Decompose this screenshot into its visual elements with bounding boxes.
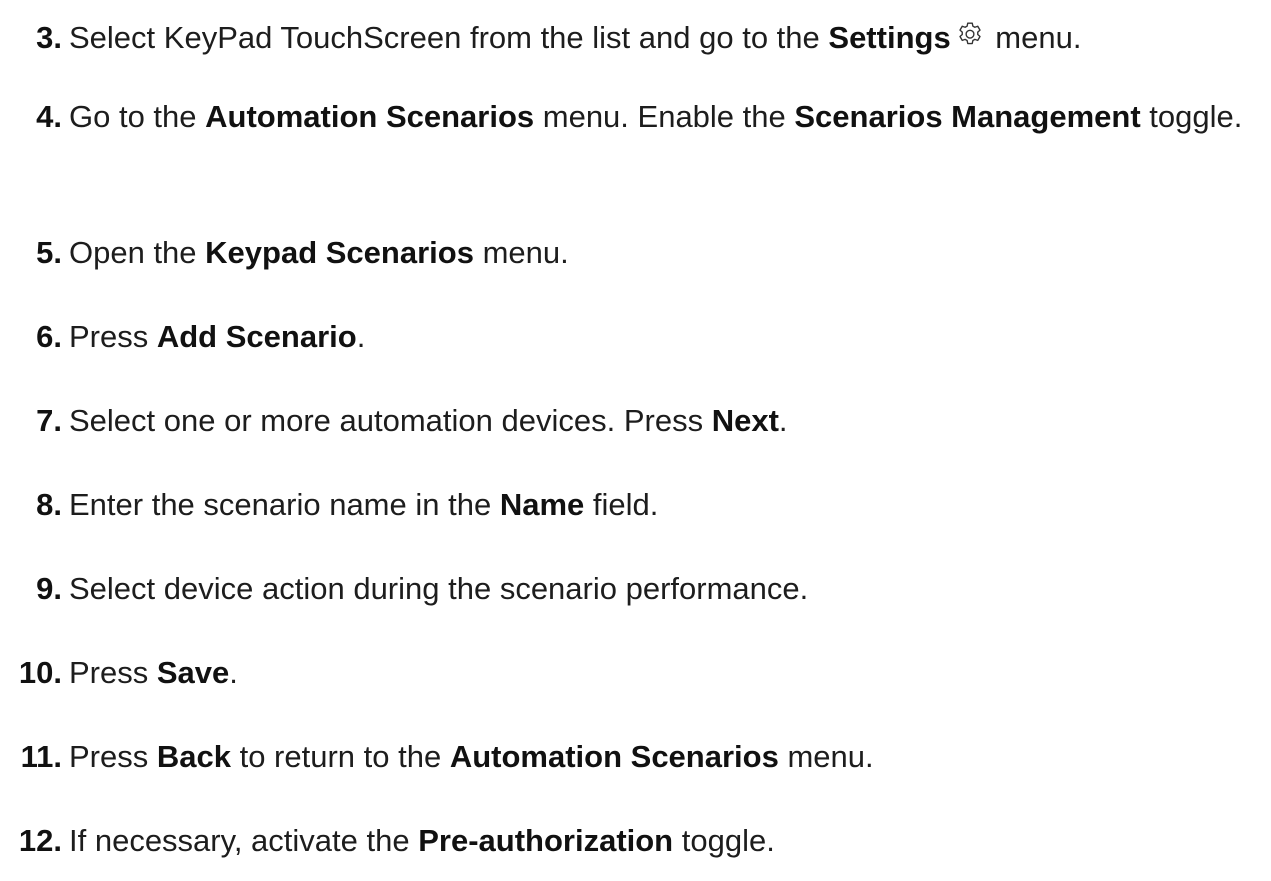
step-text: Select device action during the scenario… bbox=[69, 564, 1265, 614]
step-text-segment: Enter the scenario name in the bbox=[69, 487, 500, 522]
scenarios-management-label: Scenarios Management bbox=[794, 99, 1141, 134]
step-text: If necessary, activate the Pre-authoriza… bbox=[69, 816, 1265, 866]
automation-scenarios-label: Automation Scenarios bbox=[449, 739, 779, 774]
step-text-segment: toggle. bbox=[673, 823, 775, 858]
next-label: Next bbox=[711, 403, 779, 438]
step-text: Enter the scenario name in the Name fiel… bbox=[69, 480, 1265, 530]
step-text-segment: field. bbox=[584, 487, 659, 522]
step-text: Go to the Automation Scenarios menu. Ena… bbox=[69, 92, 1265, 142]
step-number: 10. bbox=[18, 655, 62, 690]
step-number: 8. bbox=[36, 487, 62, 522]
step-number: 9. bbox=[36, 571, 62, 606]
step-number: 3. bbox=[36, 20, 62, 55]
name-field-label: Name bbox=[499, 487, 585, 522]
step-text-segment: menu. Enable the bbox=[534, 99, 795, 134]
keypad-scenarios-label: Keypad Scenarios bbox=[205, 235, 474, 270]
step-text-segment: . bbox=[356, 319, 366, 354]
step-text: Press Save. bbox=[69, 648, 1265, 698]
step-number: 4. bbox=[36, 99, 62, 134]
step-number: 6. bbox=[36, 319, 62, 354]
step-text: Open the Keypad Scenarios menu. bbox=[69, 228, 1265, 278]
step-text-segment: menu. bbox=[778, 739, 874, 774]
step-text-segment: If necessary, activate the bbox=[69, 823, 419, 858]
step-text-segment: Press bbox=[69, 319, 157, 354]
pre-authorization-label: Pre-authorization bbox=[418, 823, 674, 858]
step-text-segment: . bbox=[229, 655, 238, 690]
step-text: Press Add Scenario. bbox=[69, 312, 1265, 362]
step-text-segment: . bbox=[778, 403, 788, 438]
step-text-segment: to return to the bbox=[230, 739, 450, 774]
step-text: Select KeyPad TouchScreen from the list … bbox=[69, 13, 1265, 63]
step-number: 5. bbox=[36, 235, 62, 270]
gear-icon bbox=[955, 20, 985, 50]
step-text-segment: menu. bbox=[473, 235, 569, 270]
step-text-segment: Select one or more automation devices. P… bbox=[69, 403, 712, 438]
step-number: 12. bbox=[18, 823, 62, 858]
step-text-segment: Select device action during the scenario… bbox=[69, 571, 809, 606]
step-text-segment: Select KeyPad TouchScreen from the list … bbox=[69, 20, 829, 55]
step-text-segment: Press bbox=[69, 655, 157, 690]
step-text: Press Back to return to the Automation S… bbox=[69, 732, 1265, 782]
back-label: Back bbox=[156, 739, 231, 774]
step-text-segment: toggle. bbox=[1140, 99, 1243, 134]
settings-label: Settings bbox=[828, 20, 951, 55]
step-text-segment: menu. bbox=[986, 20, 1082, 55]
step-text: Select one or more automation devices. P… bbox=[69, 396, 1265, 446]
save-label: Save bbox=[156, 655, 230, 690]
automation-scenarios-label: Automation Scenarios bbox=[205, 99, 535, 134]
step-text-segment: Open the bbox=[69, 235, 206, 270]
step-text-segment: Press bbox=[69, 739, 157, 774]
step-text-segment: Go to the bbox=[69, 99, 206, 134]
step-number: 11. bbox=[20, 739, 62, 774]
step-number: 7. bbox=[36, 403, 62, 438]
add-scenario-label: Add Scenario bbox=[156, 319, 357, 354]
